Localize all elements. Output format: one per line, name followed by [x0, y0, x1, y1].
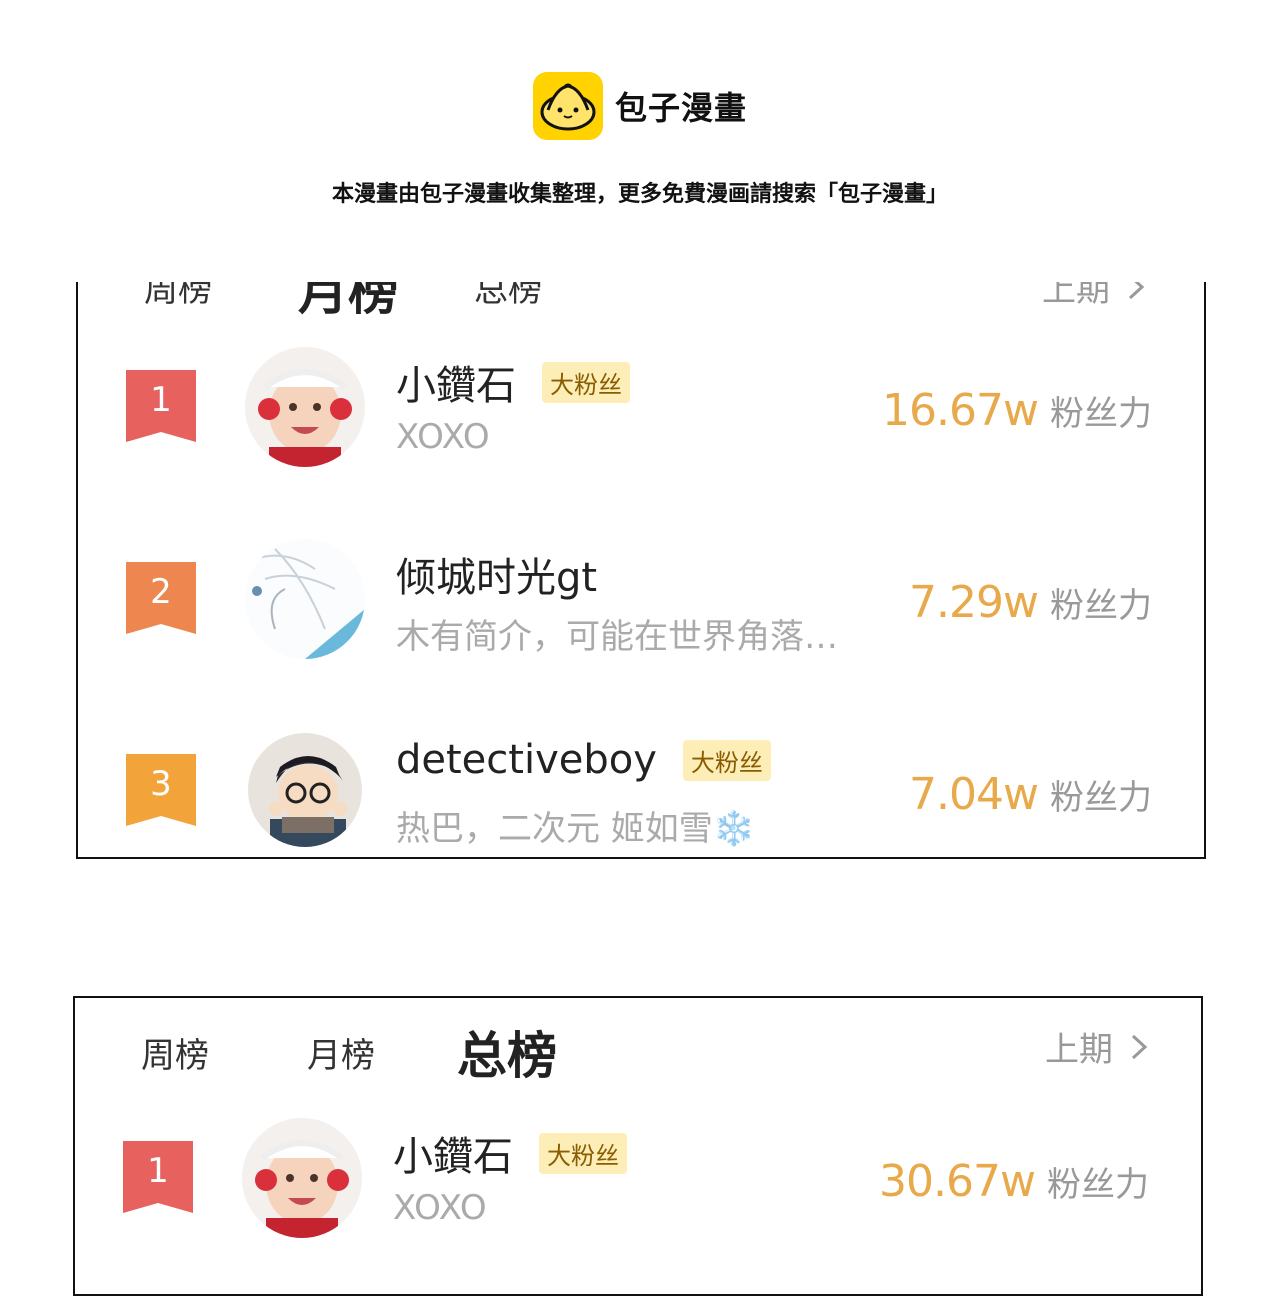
tab-weekly[interactable]: 周榜	[144, 282, 212, 311]
tab-monthly[interactable]: 月榜	[298, 282, 398, 324]
rank-badge: 2	[126, 562, 196, 634]
notice-text: 本漫畫由包子漫畫收集整理，更多免費漫画請搜索「包子漫畫」	[331, 182, 948, 207]
user-name-line: 小鑽石 大粉丝	[396, 353, 630, 411]
tab-weekly[interactable]: 周榜	[141, 1028, 209, 1077]
chevron-right-icon	[1131, 1034, 1148, 1059]
ranking-row[interactable]: 3 detectiveboy 大粉丝 热巴，二次元 姬如雪❄️ 7.04w 粉丝…	[78, 729, 1204, 857]
user-name-line: 倾城时光gt	[396, 545, 597, 603]
previous-period-label: 上期	[1045, 1030, 1113, 1070]
previous-period-label: 上期	[1042, 282, 1110, 310]
logo[interactable]: 包子漫畫	[533, 72, 747, 140]
ranking-row[interactable]: 1 小鑽石 大粉丝 XOXO 30.67w 粉丝力	[75, 1116, 1201, 1246]
ranking-panel-total: 周榜 月榜 总榜 上期 1 小鑽石 大粉丝 XOXO 30.67w 粉丝力	[73, 996, 1203, 1296]
avatar[interactable]	[245, 539, 365, 659]
fan-power-unit: 粉丝力	[1047, 1165, 1149, 1205]
header: 包子漫畫 本漫畫由包子漫畫收集整理，更多免費漫画請搜索「包子漫畫」	[0, 0, 1280, 250]
sketch-avatar-icon	[245, 539, 365, 659]
detective-avatar-icon	[248, 733, 362, 847]
avatar[interactable]	[245, 347, 365, 467]
ranking-row[interactable]: 1 小鑽石 大粉丝 XOXO 16.67w 粉丝力	[78, 345, 1204, 475]
user-name-line: detectiveboy 大粉丝	[396, 737, 771, 783]
user-name: detectiveboy	[396, 737, 657, 783]
user-bio: XOXO	[393, 1188, 487, 1228]
tab-total[interactable]: 总榜	[474, 282, 542, 311]
chevron-right-icon	[1128, 282, 1145, 299]
ranking-tabs: 周榜 月榜 总榜 上期	[78, 282, 1204, 321]
rank-badge: 3	[126, 754, 196, 826]
fan-power: 7.29w 粉丝力	[909, 577, 1152, 628]
fan-badge: 大粉丝	[542, 361, 630, 403]
fan-power: 7.04w 粉丝力	[909, 769, 1152, 820]
user-name-line: 小鑽石 大粉丝	[393, 1124, 627, 1182]
fan-power-value: 7.04w	[909, 769, 1039, 820]
fan-badge: 大粉丝	[682, 739, 771, 781]
bun-logo-icon	[533, 72, 603, 140]
user-bio: 木有简介，可能在世界角落…	[396, 617, 838, 657]
user-name: 倾城时光gt	[396, 555, 598, 601]
rank-badge: 1	[123, 1141, 193, 1213]
fan-power-value: 16.67w	[882, 385, 1039, 436]
ranking-tabs: 周榜 月榜 总榜 上期	[75, 1012, 1201, 1085]
app-name: 包子漫畫	[615, 89, 748, 127]
fan-power: 16.67w 粉丝力	[882, 385, 1152, 436]
tab-total[interactable]: 总榜	[457, 1016, 557, 1088]
tab-monthly[interactable]: 月榜	[307, 1028, 375, 1077]
fan-badge: 大粉丝	[539, 1132, 627, 1174]
fan-power: 30.67w 粉丝力	[879, 1156, 1149, 1207]
avatar[interactable]	[242, 1118, 362, 1238]
ranking-row[interactable]: 2 倾城时光gt 木有简介，可能在世界角落… 7.29w 粉丝力	[78, 537, 1204, 667]
user-name: 小鑽石	[396, 363, 516, 409]
baby-avatar-icon	[245, 347, 365, 467]
rank-badge: 1	[126, 370, 196, 442]
fan-power-unit: 粉丝力	[1050, 778, 1152, 818]
fan-power-value: 30.67w	[879, 1156, 1036, 1207]
ranking-panel-monthly: 周榜 月榜 总榜 上期 1 小鑽石 大粉丝 XOXO 16.67w 粉丝力 2 …	[76, 282, 1206, 859]
user-bio: XOXO	[396, 417, 490, 457]
user-name: 小鑽石	[393, 1134, 513, 1180]
avatar[interactable]	[248, 733, 362, 847]
fan-power-unit: 粉丝力	[1050, 586, 1152, 626]
fan-power-value: 7.29w	[909, 577, 1039, 628]
user-bio: 热巴，二次元 姬如雪❄️	[396, 809, 756, 849]
baby-avatar-icon	[242, 1118, 362, 1238]
previous-period-link[interactable]: 上期	[1045, 1022, 1151, 1071]
previous-period-link[interactable]: 上期	[1042, 282, 1148, 311]
fan-power-unit: 粉丝力	[1050, 394, 1152, 434]
